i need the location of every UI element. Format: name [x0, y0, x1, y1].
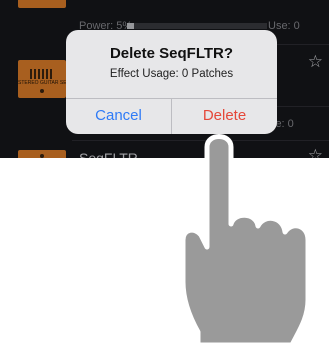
pointing-hand-icon	[180, 134, 311, 345]
